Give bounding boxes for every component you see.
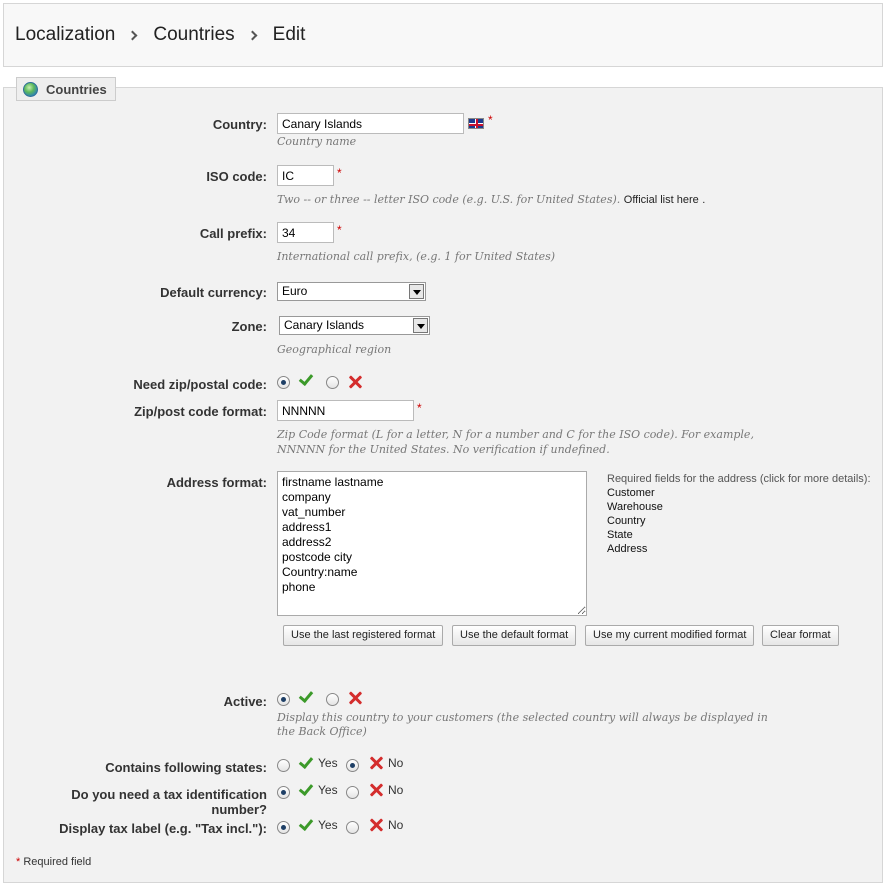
required-marker: * — [417, 401, 422, 415]
cross-icon — [369, 818, 383, 832]
breadcrumb-edit: Edit — [272, 24, 306, 45]
required-marker: * — [488, 113, 493, 127]
clear-format-button[interactable]: Clear format — [762, 625, 839, 646]
cross-icon — [348, 375, 362, 389]
chevron-down-icon — [409, 284, 424, 299]
call-prefix-help: International call prefix, (e.g. 1 for U… — [277, 250, 556, 263]
tax-label-label: Display tax label (e.g. "Tax incl."): — [59, 821, 267, 836]
contains-states-no-radio[interactable] — [346, 759, 359, 772]
need-zip-label: Need zip/postal code: — [133, 377, 267, 392]
tax-label-yes-label: Yes — [318, 818, 338, 832]
active-no-radio[interactable] — [326, 693, 339, 706]
iso-code-label: ISO code: — [206, 169, 267, 184]
tax-id-no-radio[interactable] — [346, 786, 359, 799]
tax-label-yes-radio[interactable] — [277, 821, 290, 834]
country-help: Country name — [277, 135, 357, 148]
zone-label: Zone: — [231, 319, 267, 334]
active-help-line1: Display this country to your customers (… — [277, 711, 768, 724]
call-prefix-label: Call prefix: — [199, 226, 267, 241]
panel-title: Countries — [46, 81, 107, 97]
required-marker: * — [337, 166, 342, 180]
required-field-customer[interactable]: Customer — [607, 486, 871, 500]
tax-label-no-label: No — [388, 818, 404, 832]
contains-states-label: Contains following states: — [105, 760, 267, 775]
required-address-fields: Required fields for the address (click f… — [607, 472, 871, 556]
globe-icon — [23, 81, 38, 97]
need-zip-yes-radio[interactable] — [277, 376, 290, 389]
official-list-link[interactable]: Official list here — [624, 194, 699, 206]
chevron-right-icon — [247, 30, 258, 40]
zone-select[interactable]: Canary Islands — [279, 316, 430, 335]
use-default-format-button[interactable]: Use the default format — [452, 625, 577, 646]
chevron-right-icon — [127, 30, 138, 40]
tax-id-no-label: No — [388, 783, 404, 797]
use-current-modified-format-button[interactable]: Use my current modified format — [585, 625, 755, 646]
zone-value: Canary Islands — [284, 318, 365, 332]
required-field-address[interactable]: Address — [607, 542, 871, 556]
need-zip-no-radio[interactable] — [326, 376, 339, 389]
cross-icon — [369, 783, 383, 797]
breadcrumb-countries[interactable]: Countries — [153, 24, 234, 46]
address-format-textarea[interactable]: firstname lastname company vat_number ad… — [277, 471, 587, 616]
default-currency-value: Euro — [282, 284, 308, 298]
breadcrumb: Localization Countries Edit — [15, 24, 305, 46]
contains-states-no-label: No — [388, 756, 404, 770]
cross-icon — [369, 756, 383, 770]
active-help-line2: the Back Office) — [277, 725, 367, 738]
zone-help: Geographical region — [277, 343, 392, 356]
zip-format-label: Zip/post code format: — [134, 404, 267, 419]
required-field-state[interactable]: State — [607, 528, 871, 542]
default-currency-select[interactable]: Euro — [277, 282, 426, 301]
default-currency-label: Default currency: — [160, 285, 267, 300]
call-prefix-input[interactable] — [277, 222, 334, 243]
required-marker: * — [16, 856, 21, 868]
tax-id-yes-label: Yes — [318, 783, 338, 797]
contains-states-yes-radio[interactable] — [277, 759, 290, 772]
required-field-country[interactable]: Country — [607, 514, 871, 528]
required-field-warehouse[interactable]: Warehouse — [607, 500, 871, 514]
tax-label-no-radio[interactable] — [346, 821, 359, 834]
language-flag-icon[interactable] — [468, 118, 484, 129]
country-name-input[interactable] — [277, 113, 464, 134]
panel-legend: Countries — [16, 77, 116, 101]
cross-icon — [348, 691, 362, 705]
address-format-label: Address format: — [166, 475, 267, 490]
active-label: Active: — [223, 694, 267, 709]
tax-id-label-line2: number? — [211, 802, 267, 817]
required-fields-title: Required fields for the address (click f… — [607, 473, 871, 485]
page-header: Localization Countries Edit — [3, 3, 883, 67]
iso-help-end: . — [702, 194, 706, 206]
contains-states-yes-label: Yes — [318, 756, 338, 770]
required-marker: * — [337, 223, 342, 237]
tax-id-label: Do you need a tax identification number? — [5, 787, 267, 817]
required-field-text: Required field — [23, 856, 92, 868]
tax-id-yes-radio[interactable] — [277, 786, 290, 799]
use-last-registered-format-button[interactable]: Use the last registered format — [283, 625, 444, 646]
active-yes-radio[interactable] — [277, 693, 290, 706]
country-label: Country: — [212, 117, 267, 132]
required-field-footnote: * Required field — [16, 856, 91, 868]
chevron-down-icon — [413, 318, 428, 333]
iso-help-text: Two -- or three -- letter ISO code (e.g.… — [277, 193, 621, 206]
zip-format-help-line2: NNNNN for the United States. No verifica… — [277, 443, 610, 456]
zip-format-input[interactable] — [277, 400, 414, 421]
breadcrumb-localization[interactable]: Localization — [15, 24, 115, 46]
zip-format-help-line1: Zip Code format (L for a letter, N for a… — [277, 428, 754, 441]
iso-code-help: Two -- or three -- letter ISO code (e.g.… — [277, 192, 705, 208]
tax-id-label-line1: Do you need a tax identification — [71, 787, 267, 802]
iso-code-input[interactable] — [277, 165, 334, 186]
